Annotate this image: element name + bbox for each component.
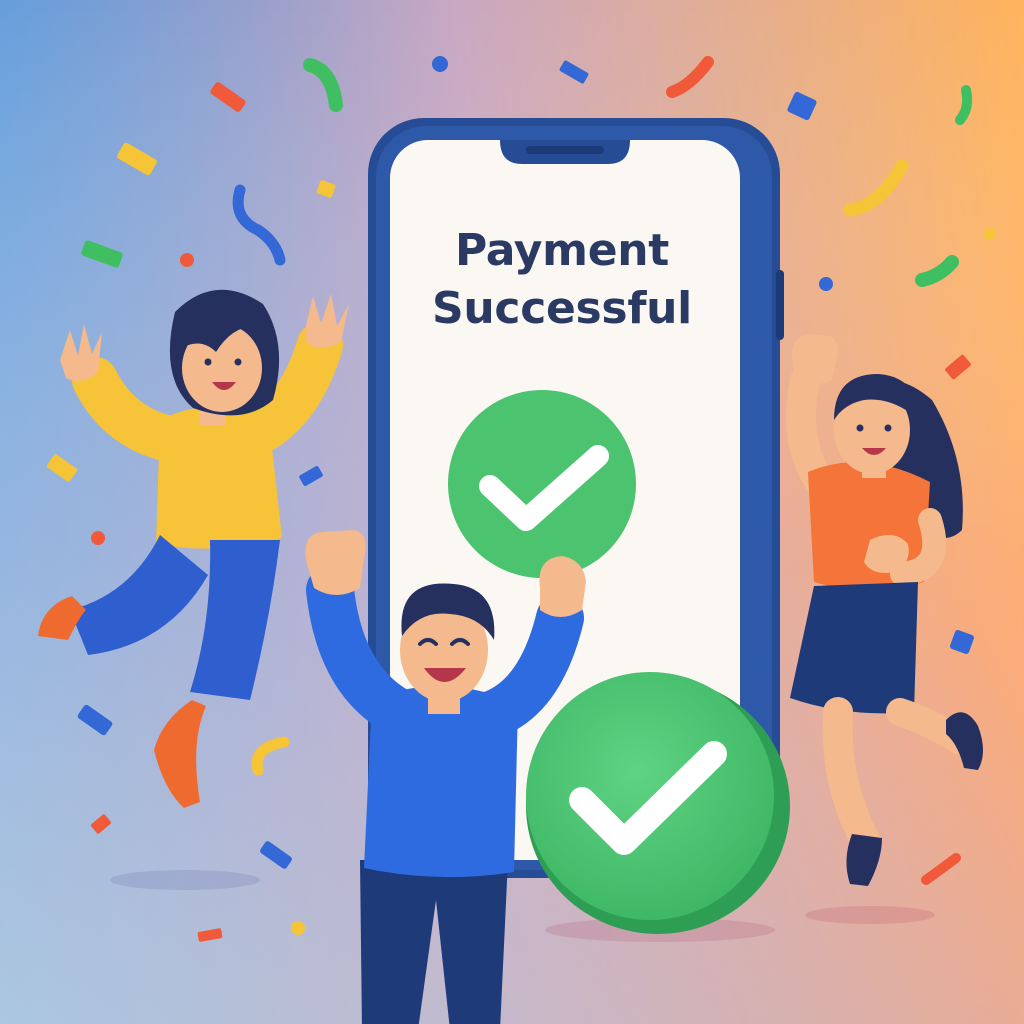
celebration-scene	[0, 0, 1024, 1024]
payment-title-line-2: Successful	[432, 283, 692, 334]
checkmark-circle-icon	[448, 390, 636, 578]
shadow-right	[805, 906, 935, 924]
shadow-left	[110, 870, 260, 890]
phone-side-button	[776, 270, 784, 340]
payment-title-line-1: Payment	[454, 225, 670, 276]
payment-status-title: Payment Successful	[392, 222, 732, 338]
